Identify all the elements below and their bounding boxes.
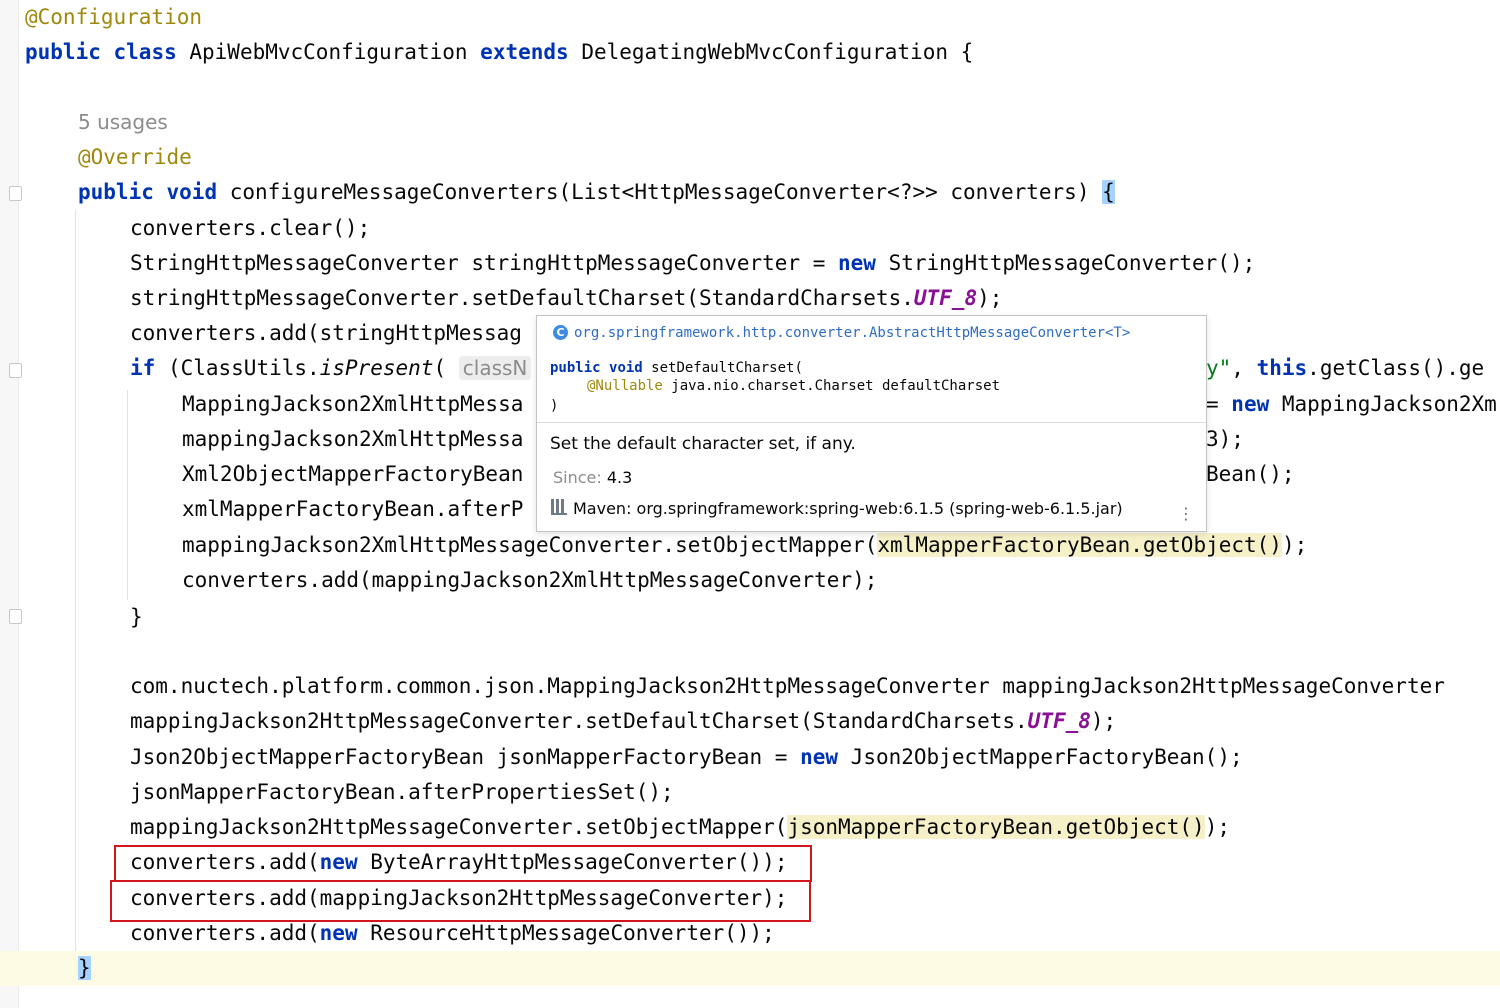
code-line: Bean(); bbox=[1206, 462, 1295, 486]
code-line: stringHttpMessageConverter.setDefaultCha… bbox=[130, 286, 1003, 310]
code-line: converters.add(mappingJackson2XmlHttpMes… bbox=[182, 568, 878, 592]
code-line: } bbox=[130, 605, 143, 629]
popup-header: Corg.springframework.http.converter.Abst… bbox=[537, 316, 1206, 423]
code-line: 3); bbox=[1206, 427, 1244, 451]
class-link[interactable]: Corg.springframework.http.converter.Abst… bbox=[553, 325, 1130, 341]
parameter-hint: classN bbox=[458, 356, 532, 380]
code-line: converters.clear(); bbox=[130, 216, 371, 240]
doc-description: Set the default character set, if any. bbox=[550, 434, 856, 454]
code-line: Json2ObjectMapperFactoryBean jsonMapperF… bbox=[130, 745, 1243, 769]
usages-hint[interactable]: 5 usages bbox=[78, 105, 1500, 140]
code-line: @Configuration bbox=[25, 5, 203, 29]
code-line: public class ApiWebMvcConfiguration exte… bbox=[25, 40, 974, 64]
code-line: StringHttpMessageConverter stringHttpMes… bbox=[130, 251, 1256, 275]
code-line: @Override bbox=[78, 145, 192, 169]
code-line: jsonMapperFactoryBean.afterPropertiesSet… bbox=[130, 780, 674, 804]
code-line: mappingJackson2XmlHttpMessageConverter.s… bbox=[182, 533, 1308, 557]
editor-gutter bbox=[0, 0, 19, 1008]
code-line: y", this.getClass().ge bbox=[1206, 356, 1485, 380]
library-icon bbox=[551, 499, 567, 515]
method-signature: public void setDefaultCharset( bbox=[550, 360, 803, 376]
quick-documentation-popup[interactable]: Corg.springframework.http.converter.Abst… bbox=[536, 315, 1207, 532]
code-line: mappingJackson2HttpMessageConverter.setO… bbox=[130, 815, 1230, 839]
fold-toggle-icon[interactable] bbox=[9, 186, 22, 201]
code-line: public void configureMessageConverters(L… bbox=[78, 180, 1115, 204]
code-line: com.nuctech.platform.common.json.Mapping… bbox=[130, 674, 1445, 698]
fold-toggle-icon[interactable] bbox=[9, 363, 22, 378]
code-line: mappingJackson2HttpMessageConverter.setD… bbox=[130, 709, 1117, 733]
fold-toggle-icon[interactable] bbox=[9, 609, 22, 624]
signature-close: ) bbox=[550, 398, 559, 414]
class-icon: C bbox=[553, 325, 568, 340]
doc-since: Since: 4.3 bbox=[553, 468, 633, 487]
method-parameter: @Nullable java.nio.charset.Charset defau… bbox=[587, 378, 1001, 394]
indent-guide bbox=[75, 210, 76, 958]
more-options-icon[interactable]: ⋮ bbox=[1178, 504, 1194, 523]
code-line: = new MappingJackson2Xm bbox=[1206, 392, 1497, 416]
highlight-box bbox=[114, 845, 812, 882]
maven-library: Maven: org.springframework:spring-web:6.… bbox=[551, 499, 1123, 518]
current-line: } bbox=[0, 951, 1500, 986]
highlight-box bbox=[110, 880, 811, 922]
indent-guide bbox=[127, 390, 128, 600]
